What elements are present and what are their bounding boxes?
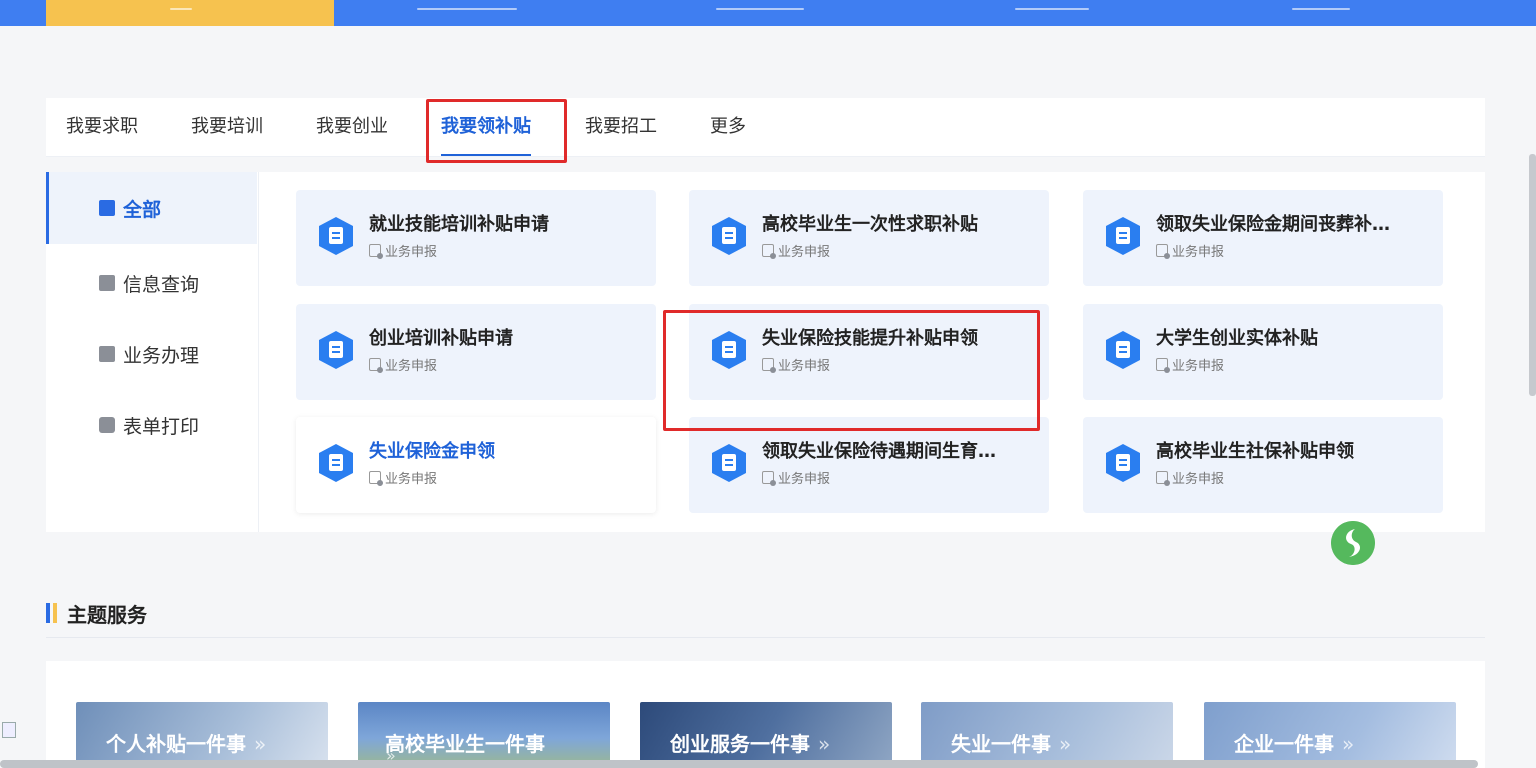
service-card[interactable]: 高校毕业生一次性求职补贴 业务申报 [689,190,1049,286]
top-nav-label-fragment [417,8,517,10]
top-nav-label-fragment [716,8,804,10]
service-card-subtitle: 业务申报 [369,241,437,260]
service-card-subtitle: 业务申报 [762,241,830,260]
service-card[interactable]: 创业培训补贴申请 业务申报 [296,304,656,400]
service-card[interactable]: 高校毕业生社保补贴申领 业务申报 [1083,417,1443,513]
theme-card-personal-subsidy[interactable]: 个人补贴一件事 » [76,702,328,768]
section-divider [46,637,1485,638]
form-icon [369,358,383,373]
sidebar-item-form-print[interactable]: 表单打印 [46,389,257,461]
theme-card-enterprise[interactable]: 企业一件事 » [1204,702,1456,768]
service-card-title: 大学生创业实体补贴 [1156,328,1318,349]
top-nav-bar [0,0,1536,26]
service-card-title: 失业保险金申领 [369,441,495,462]
section-marker [46,603,50,623]
sidebar-item-label: 信息查询 [123,273,200,296]
document-icon [1106,444,1140,482]
service-card-title: 领取失业保险金期间丧葬补… [1156,214,1390,235]
form-icon [1156,358,1170,373]
service-card-title: 创业培训补贴申请 [369,328,513,349]
form-icon [369,244,383,259]
service-card-title: 高校毕业生社保补贴申领 [1156,441,1354,462]
theme-card-label: 失业一件事 [951,732,1051,756]
top-nav-label-fragment [170,8,192,10]
service-card-type: 业务申报 [1172,472,1225,487]
service-card-title: 就业技能培训补贴申请 [369,214,549,235]
service-card-type: 业务申报 [778,472,831,487]
document-search-icon [99,275,115,291]
service-card-subtitle: 业务申报 [762,468,830,487]
service-card-type: 业务申报 [778,245,831,260]
service-card-subtitle: 业务申报 [369,468,437,487]
service-card-subtitle: 业务申报 [1156,468,1224,487]
tab-job-seeking[interactable]: 我要求职 [66,98,138,156]
horizontal-scrollbar[interactable] [0,760,1478,768]
sidebar-item-label: 业务办理 [123,344,200,367]
service-card-subtitle: 业务申报 [369,355,437,374]
theme-card-label: 企业一件事 [1234,732,1334,756]
theme-card-label: 高校毕业生一件事 [385,732,545,756]
document-icon [1106,217,1140,255]
section-marker [53,603,57,623]
form-icon [762,471,776,486]
service-card-type: 业务申报 [1172,359,1225,374]
document-settings-icon [99,346,115,362]
document-icon [712,217,746,255]
double-chevron-right-icon: » [254,732,267,756]
document-icon [1106,331,1140,369]
theme-card-label: 个人补贴一件事 [106,732,246,756]
sidebar-item-info-query[interactable]: 信息查询 [46,247,257,319]
top-nav-home-tab[interactable] [46,0,334,26]
section-title-text: 主题服务 [67,602,147,627]
highlight-box-skill-subsidy-card [663,310,1040,431]
document-icon [319,331,353,369]
assistant-logo-icon[interactable] [1331,521,1375,565]
theme-card-graduates[interactable]: 高校毕业生一件事 » [358,702,610,768]
service-card-title: 领取失业保险待遇期间生育… [762,441,996,462]
service-card-subtitle: 业务申报 [1156,355,1224,374]
sidebar-item-label: 全部 [123,198,162,221]
highlight-box-subsidy-tab [426,99,567,163]
top-nav-label-fragment [1015,8,1089,10]
service-card-type: 业务申报 [385,245,438,260]
document-icon [712,444,746,482]
service-card-type: 业务申报 [385,472,438,487]
sidebar-item-business[interactable]: 业务办理 [46,318,257,390]
sidebar: 全部 信息查询 业务办理 表单打印 [46,172,259,532]
double-chevron-right-icon: » [1342,732,1355,756]
theme-card-entrepreneurship[interactable]: 创业服务一件事 » [640,702,892,768]
tab-training[interactable]: 我要培训 [191,98,263,156]
service-card[interactable]: 领取失业保险待遇期间生育… 业务申报 [689,417,1049,513]
service-card[interactable]: 就业技能培训补贴申请 业务申报 [296,190,656,286]
section-title: 主题服务 [46,600,147,627]
theme-card-unemployment[interactable]: 失业一件事 » [921,702,1173,768]
service-card-type: 业务申报 [385,359,438,374]
form-icon [1156,244,1170,259]
double-chevron-right-icon: » [1059,732,1072,756]
sidebar-item-all[interactable]: 全部 [46,172,257,244]
service-card-subtitle: 业务申报 [1156,241,1224,260]
tab-recruitment[interactable]: 我要招工 [585,98,657,156]
tab-entrepreneurship[interactable]: 我要创业 [316,98,388,156]
service-card[interactable]: 领取失业保险金期间丧葬补… 业务申报 [1083,190,1443,286]
category-tabs: 我要求职 我要培训 我要创业 我要领补贴 我要招工 更多 [46,98,1485,157]
top-nav-label-fragment [1292,8,1350,10]
service-card-type: 业务申报 [1172,245,1225,260]
form-icon [369,471,383,486]
tab-more[interactable]: 更多 [710,98,746,156]
theme-card-label: 创业服务一件事 [670,732,810,756]
sidebar-item-label: 表单打印 [123,415,200,438]
list-icon [99,200,115,216]
service-card[interactable]: 大学生创业实体补贴 业务申报 [1083,304,1443,400]
broken-image-icon [2,722,16,738]
document-icon [319,217,353,255]
printer-icon [99,417,115,433]
vertical-scrollbar[interactable] [1529,154,1536,396]
form-icon [762,244,776,259]
double-chevron-right-icon: » [818,732,831,756]
document-icon [319,444,353,482]
form-icon [1156,471,1170,486]
service-card[interactable]: 失业保险金申领 业务申报 [296,417,656,513]
service-card-title: 高校毕业生一次性求职补贴 [762,214,978,235]
